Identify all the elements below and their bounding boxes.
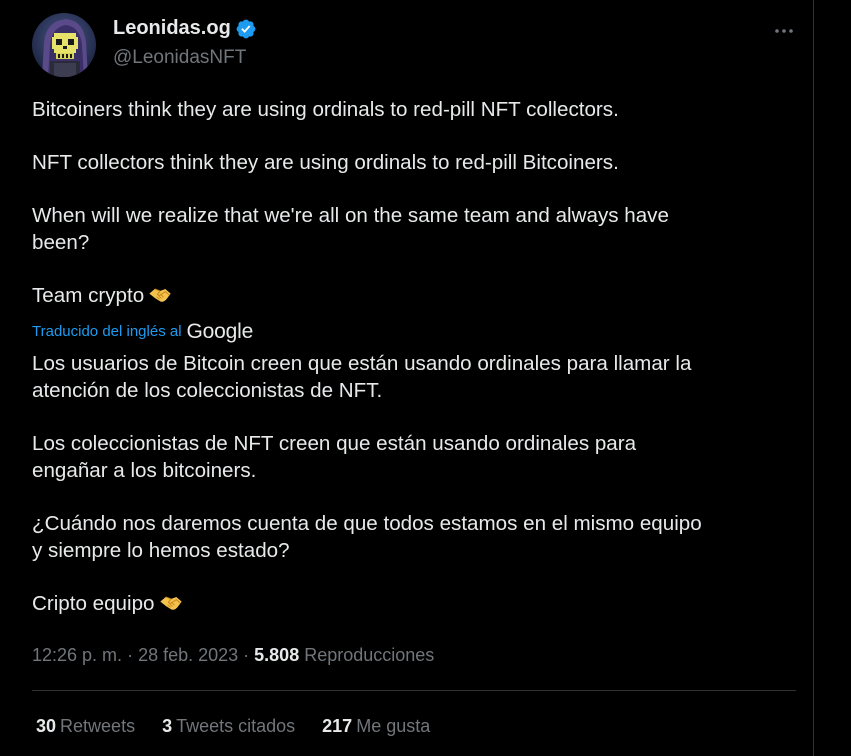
retweets-label: Retweets (60, 716, 136, 736)
meta-separator: · (238, 645, 255, 665)
google-logo: Google (186, 320, 254, 343)
translation-attribution[interactable]: Traducido del inglés al Google (32, 319, 253, 343)
tweet-last-line-text: Team crypto (32, 284, 145, 307)
retweets-stat[interactable]: 30 Retweets (36, 716, 135, 737)
translated-paragraph: ¿Cuándo nos daremos cuenta de que todos … (32, 512, 702, 562)
tweet-meta: 12:26 p. m. · 28 feb. 2023 · 5.808 Repro… (32, 645, 434, 666)
views-count: 5.808 (254, 645, 300, 665)
tweet-last-line: Team crypto (32, 282, 802, 309)
tweet-header: Leonidas.og @LeonidasNFT (32, 13, 802, 77)
tweet-paragraph: NFT collectors think they are using ordi… (32, 151, 619, 174)
tweet-date[interactable]: 28 feb. 2023 (138, 645, 238, 665)
author-name-text: Leonidas.og (113, 17, 231, 39)
more-horizontal-icon[interactable] (772, 19, 796, 43)
meta-separator: · (122, 645, 139, 665)
avatar[interactable] (32, 13, 96, 77)
likes-label: Me gusta (356, 716, 431, 736)
tweet-time[interactable]: 12:26 p. m. (32, 645, 122, 665)
verified-badge-icon (236, 19, 256, 38)
quote-tweets-stat[interactable]: 3 Tweets citados (162, 716, 295, 737)
quotes-label: Tweets citados (176, 716, 296, 736)
translated-last-line-text: Cripto equipo (32, 592, 155, 615)
engagement-stats: 30 Retweets 3 Tweets citados 217 Me gusta (36, 716, 457, 737)
translated-last-line: Cripto equipo (32, 590, 802, 617)
quotes-count: 3 (162, 716, 173, 736)
translated-paragraph: Los coleccionistas de NFT creen que está… (32, 432, 637, 482)
handshake-emoji-icon (159, 596, 182, 610)
tweet-detail-panel: Leonidas.og @LeonidasNFT Bitcoiners thin… (0, 0, 814, 756)
likes-stat[interactable]: 217 Me gusta (322, 716, 430, 737)
author-name[interactable]: Leonidas.og (113, 17, 257, 40)
pixel-skull-avatar-icon (32, 13, 96, 77)
handshake-emoji-icon (149, 288, 171, 302)
translated-paragraph: Los usuarios de Bitcoin creen que están … (32, 352, 692, 402)
retweets-count: 30 (36, 716, 57, 736)
tweet-paragraph: When will we realize that we're all on t… (32, 204, 669, 254)
tweet-paragraph: Bitcoiners think they are using ordinals… (32, 98, 619, 121)
tweet-text: Bitcoiners think they are using ordinals… (32, 96, 802, 309)
author-handle[interactable]: @LeonidasNFT (113, 47, 246, 69)
translated-text: Los usuarios de Bitcoin creen que están … (32, 350, 802, 617)
translation-label: Traducido del inglés al (32, 322, 182, 340)
views-label: Reproducciones (304, 645, 435, 665)
likes-count: 217 (322, 716, 353, 736)
divider (32, 690, 796, 691)
